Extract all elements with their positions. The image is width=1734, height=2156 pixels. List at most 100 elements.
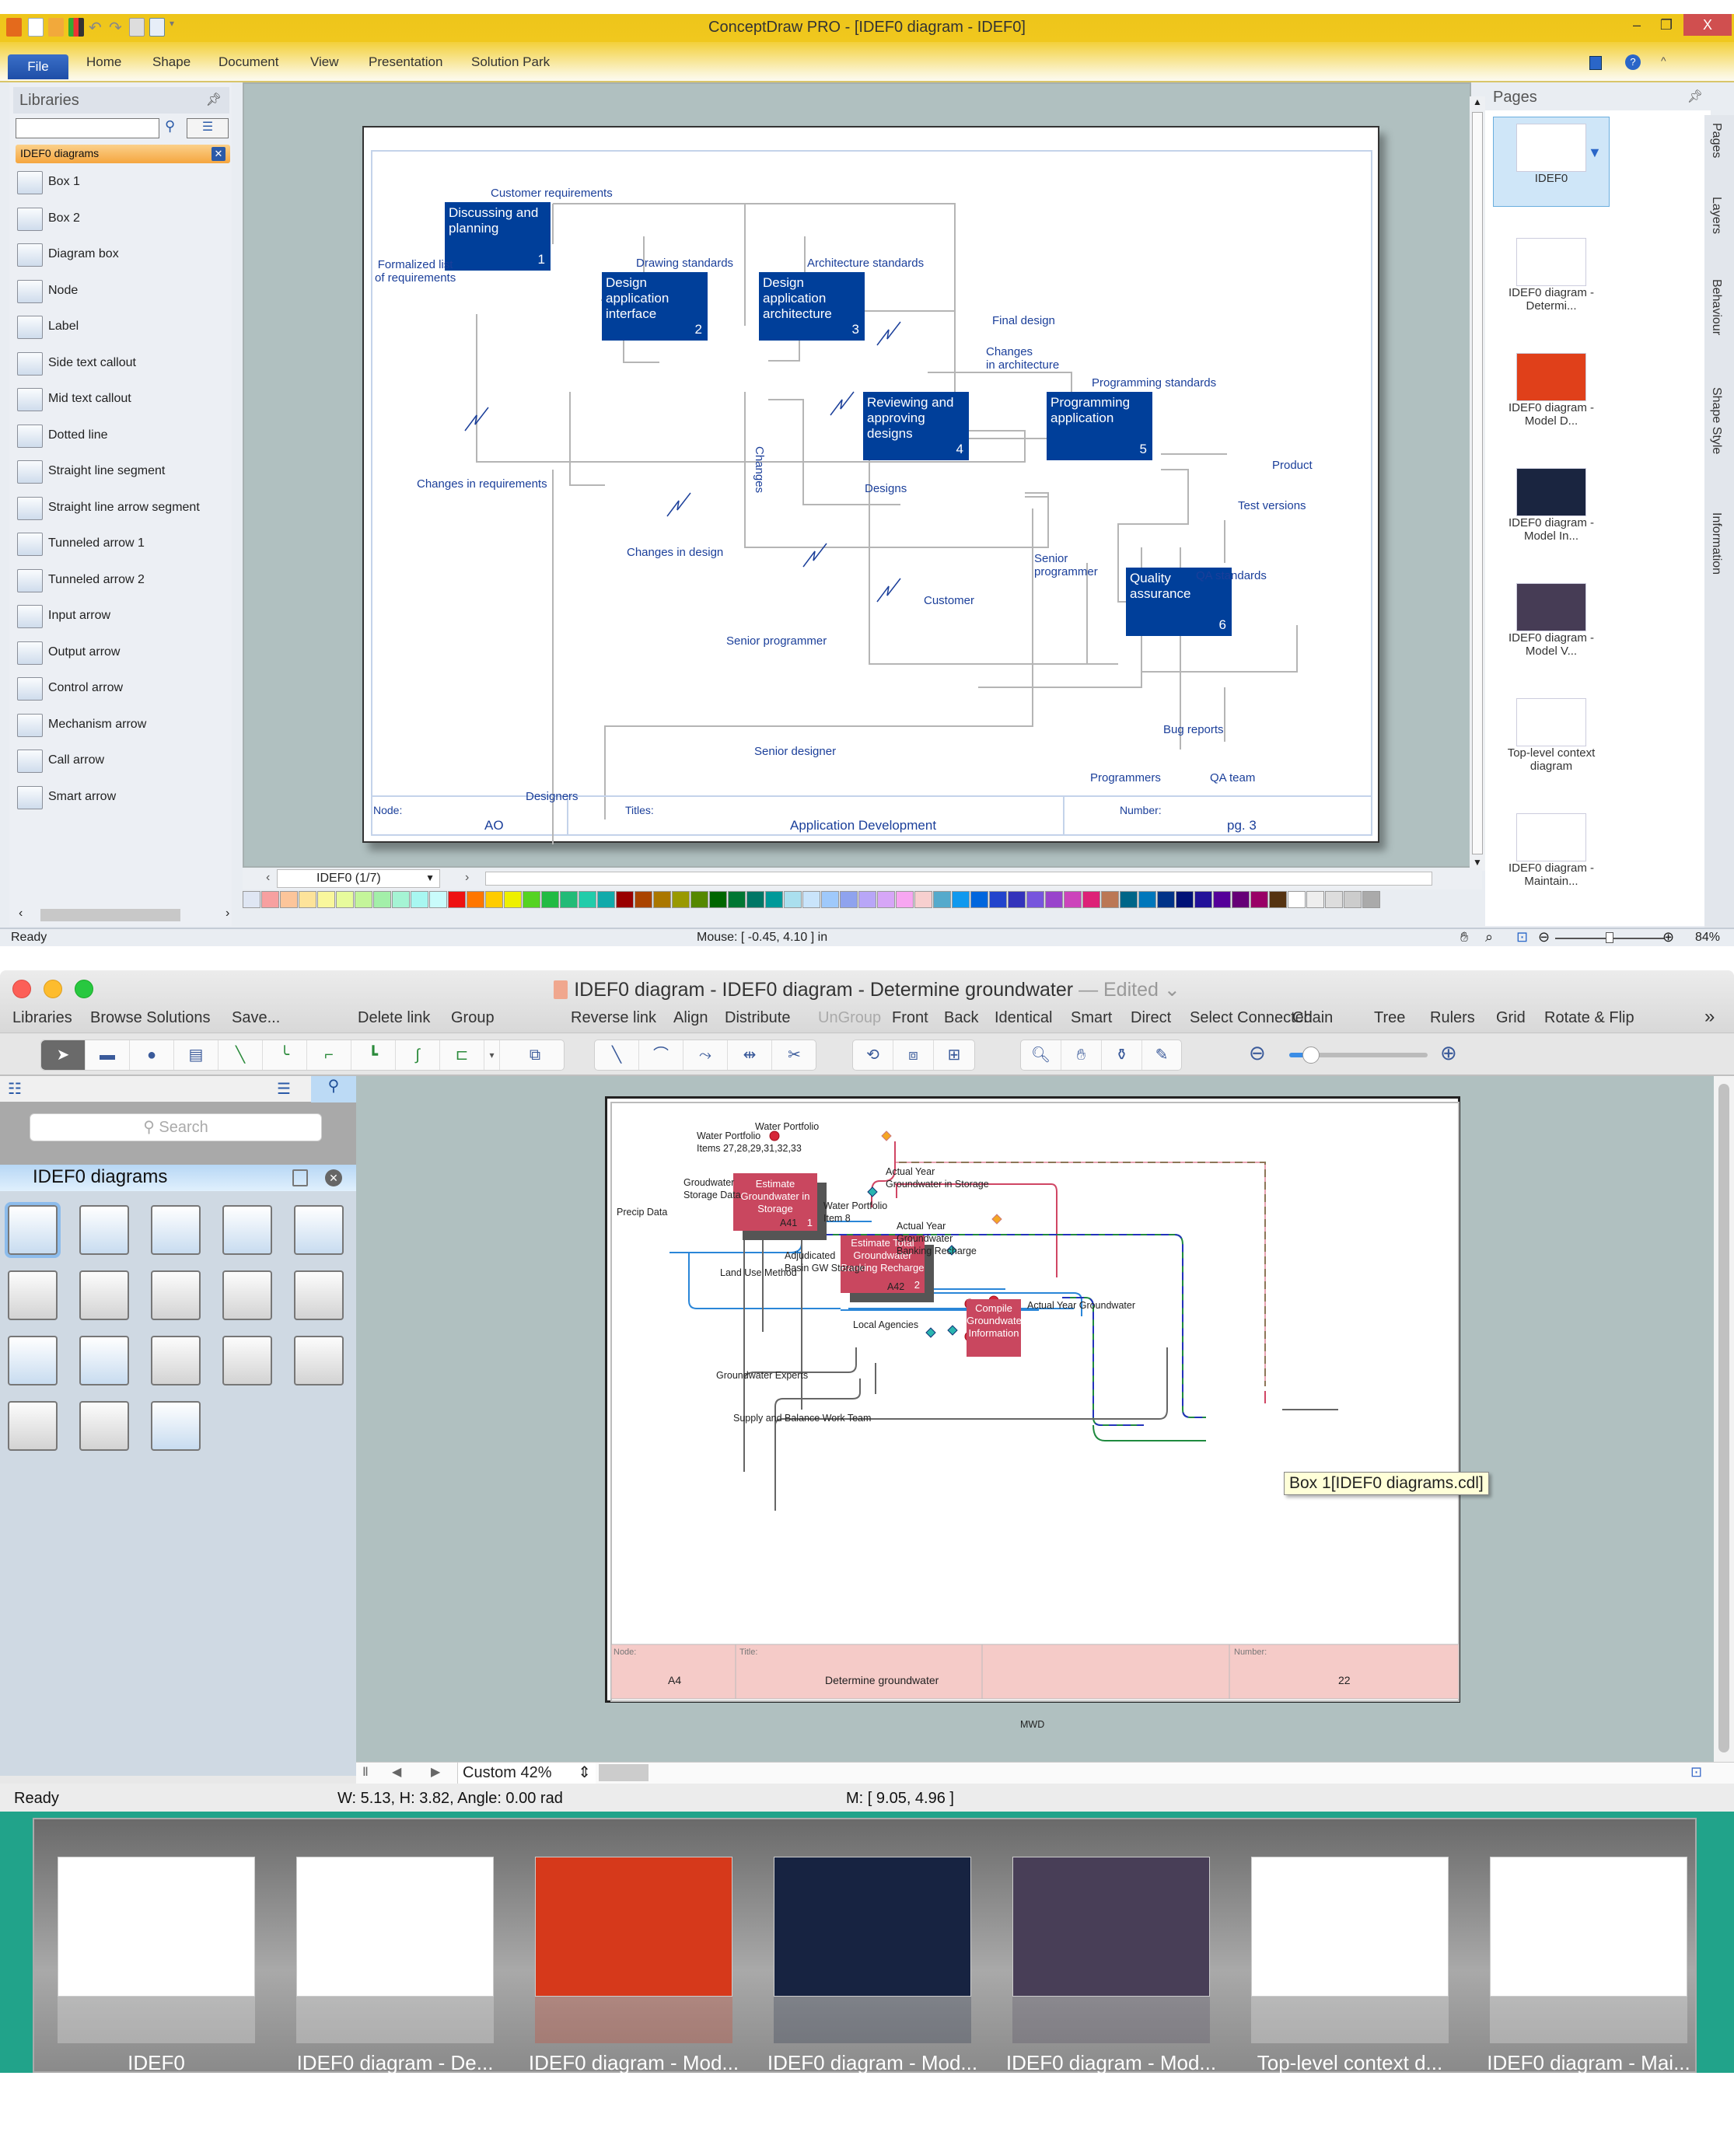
zoom-select[interactable]: Custom 42% ⇕ xyxy=(457,1763,596,1784)
minimize-button[interactable]: – xyxy=(1625,14,1648,36)
menu-reverse-link[interactable]: Reverse link xyxy=(571,1009,656,1027)
color-swatch[interactable] xyxy=(355,891,372,908)
color-swatch[interactable] xyxy=(784,891,802,908)
side-tab-shape-style[interactable]: Shape Style xyxy=(1709,387,1723,454)
library-item[interactable]: Straight line arrow segment xyxy=(17,495,227,525)
zoom-slider[interactable] xyxy=(1289,1047,1428,1064)
library-search-input[interactable]: ⚲ Search xyxy=(30,1113,322,1141)
search-icon[interactable]: ⚲ xyxy=(165,118,175,135)
fit-page-icon[interactable]: ⊡ xyxy=(1516,929,1528,945)
zoom-slider-thumb[interactable] xyxy=(1606,932,1613,943)
gallery-page-card[interactable]: IDEF0 diagram - Mod... xyxy=(1006,1857,1216,2156)
library-item[interactable]: Smart arrow xyxy=(17,784,227,814)
canvas-vertical-scrollbar[interactable]: ▲ ▼ xyxy=(1470,96,1487,871)
color-swatch[interactable] xyxy=(877,891,895,908)
color-swatch[interactable] xyxy=(970,891,988,908)
color-swatch[interactable] xyxy=(1250,891,1268,908)
color-swatch[interactable] xyxy=(579,891,596,908)
color-swatch[interactable] xyxy=(1232,891,1250,908)
library-item[interactable]: Diagram box xyxy=(17,242,227,271)
node-tile[interactable] xyxy=(222,1205,272,1255)
color-swatch[interactable] xyxy=(728,891,746,908)
dotted-line-tile[interactable] xyxy=(151,1270,201,1320)
idef0-box-estimate-storage[interactable]: Estimate Groundwater in Storage 1 xyxy=(733,1173,817,1231)
page-thumbnail[interactable]: IDEF0 xyxy=(1493,117,1610,207)
library-item[interactable]: Label xyxy=(17,314,227,344)
library-category-header[interactable]: IDEF0 diagrams ✕ xyxy=(0,1165,356,1191)
color-swatch[interactable] xyxy=(821,891,839,908)
library-item[interactable]: Dotted line xyxy=(17,423,227,453)
pause-icon[interactable]: Ⅱ xyxy=(362,1764,369,1780)
menu-align[interactable]: Align xyxy=(673,1009,708,1027)
zoom-out-icon[interactable]: ⊖ xyxy=(1249,1041,1266,1065)
split-tool-icon[interactable]: ⇹ xyxy=(728,1040,772,1070)
menu-smart[interactable]: Smart xyxy=(1071,1009,1112,1027)
drawing-canvas[interactable]: Discussing and planning 1 Design applicat… xyxy=(243,82,1471,868)
color-swatch[interactable] xyxy=(336,891,354,908)
scrollbar-thumb[interactable] xyxy=(1472,112,1483,854)
color-swatch[interactable] xyxy=(1026,891,1044,908)
gallery-page-card[interactable]: IDEF0 diagram - Mod... xyxy=(529,1857,739,2156)
close-library-icon[interactable]: ✕ xyxy=(212,147,225,161)
close-library-icon[interactable]: ✕ xyxy=(325,1169,342,1186)
edited-indicator[interactable]: — Edited ⌄ xyxy=(1079,979,1180,1001)
color-swatch[interactable] xyxy=(1288,891,1306,908)
color-swatch[interactable] xyxy=(896,891,914,908)
idef0-box-3[interactable]: Design application architecture 3 xyxy=(759,272,865,341)
gallery-page-card[interactable]: Top-level context d... xyxy=(1251,1857,1449,2156)
color-swatch[interactable] xyxy=(1101,891,1119,908)
tab-presentation[interactable]: Presentation xyxy=(369,54,442,70)
page-selector[interactable]: IDEF0 (1/7) ▼ xyxy=(277,869,440,888)
combine-shapes-icon[interactable]: ⊞ xyxy=(934,1040,974,1070)
scroll-right-icon[interactable]: › xyxy=(225,907,229,921)
color-swatch[interactable] xyxy=(840,891,858,908)
color-swatch[interactable] xyxy=(1045,891,1063,908)
color-swatch[interactable] xyxy=(261,891,279,908)
tab-solution-park[interactable]: Solution Park xyxy=(471,54,550,70)
curved-connector-icon[interactable]: ∫ xyxy=(396,1040,440,1070)
scroll-left-icon[interactable]: ‹ xyxy=(19,907,23,921)
tab-file[interactable]: File xyxy=(8,54,68,79)
gallery-page-card[interactable]: IDEF0 diagram - Mod... xyxy=(767,1857,977,2156)
library-item[interactable]: Call arrow xyxy=(17,748,227,777)
scissors-tool-icon[interactable]: ✂ xyxy=(772,1040,816,1070)
tab-home[interactable]: Home xyxy=(86,54,121,70)
menu-direct[interactable]: Direct xyxy=(1131,1009,1171,1027)
box2-tile[interactable] xyxy=(79,1205,129,1255)
library-item[interactable]: Node xyxy=(17,278,227,308)
color-swatch[interactable] xyxy=(392,891,410,908)
pin-icon[interactable]: 📌︎ xyxy=(1687,89,1703,104)
page-thumbnail[interactable]: IDEF0 diagram - Determi... xyxy=(1493,232,1610,313)
gallery-page-card[interactable]: IDEF0 diagram - Mai... xyxy=(1487,1857,1690,2156)
tab-document[interactable]: Document xyxy=(218,54,278,70)
box1-tile[interactable] xyxy=(5,1202,61,1258)
scroll-down-icon[interactable]: ▼ xyxy=(1473,857,1482,868)
menu-grid[interactable]: Grid xyxy=(1496,1009,1526,1027)
color-swatch[interactable] xyxy=(858,891,876,908)
drawing-canvas[interactable]: Estimate Groundwater in Storage 1 Estimat… xyxy=(356,1076,1718,1762)
menu-tree[interactable]: Tree xyxy=(1374,1009,1405,1027)
options-icon[interactable] xyxy=(1589,56,1602,70)
arc-connector-icon[interactable]: ╰ xyxy=(263,1040,307,1070)
menu-distribute[interactable]: Distribute xyxy=(725,1009,790,1027)
bezier-tool-icon[interactable]: ⤳ xyxy=(683,1040,728,1070)
pan-icon[interactable]: ✋︎ xyxy=(1460,929,1468,945)
select-tool-icon[interactable]: ➤ xyxy=(41,1040,86,1070)
menu-ungroup[interactable]: UnGroup xyxy=(818,1009,881,1027)
group-shapes-icon[interactable]: ⧈ xyxy=(893,1040,934,1070)
page-thumbnail[interactable]: IDEF0 diagram - Maintain... xyxy=(1493,807,1610,888)
color-swatch[interactable] xyxy=(1269,891,1287,908)
orthogonal-connector-icon[interactable]: ⌐ xyxy=(307,1040,351,1070)
direct-connector-icon[interactable]: ╲ xyxy=(218,1040,263,1070)
idef0-box-4[interactable]: Reviewing and approving designs 4 xyxy=(863,392,969,460)
menu-identical[interactable]: Identical xyxy=(995,1009,1053,1027)
color-swatch[interactable] xyxy=(373,891,391,908)
color-swatch[interactable] xyxy=(597,891,615,908)
page-thumbnail[interactable]: IDEF0 diagram - Model In... xyxy=(1493,462,1610,543)
idef0-box-1[interactable]: Discussing and planning 1 xyxy=(445,202,551,271)
library-item[interactable]: Mechanism arrow xyxy=(17,712,227,742)
color-swatch[interactable] xyxy=(1344,891,1362,908)
color-swatch[interactable] xyxy=(690,891,708,908)
menu-save[interactable]: Save... xyxy=(232,1009,280,1027)
help-icon[interactable]: ? xyxy=(1625,54,1641,70)
